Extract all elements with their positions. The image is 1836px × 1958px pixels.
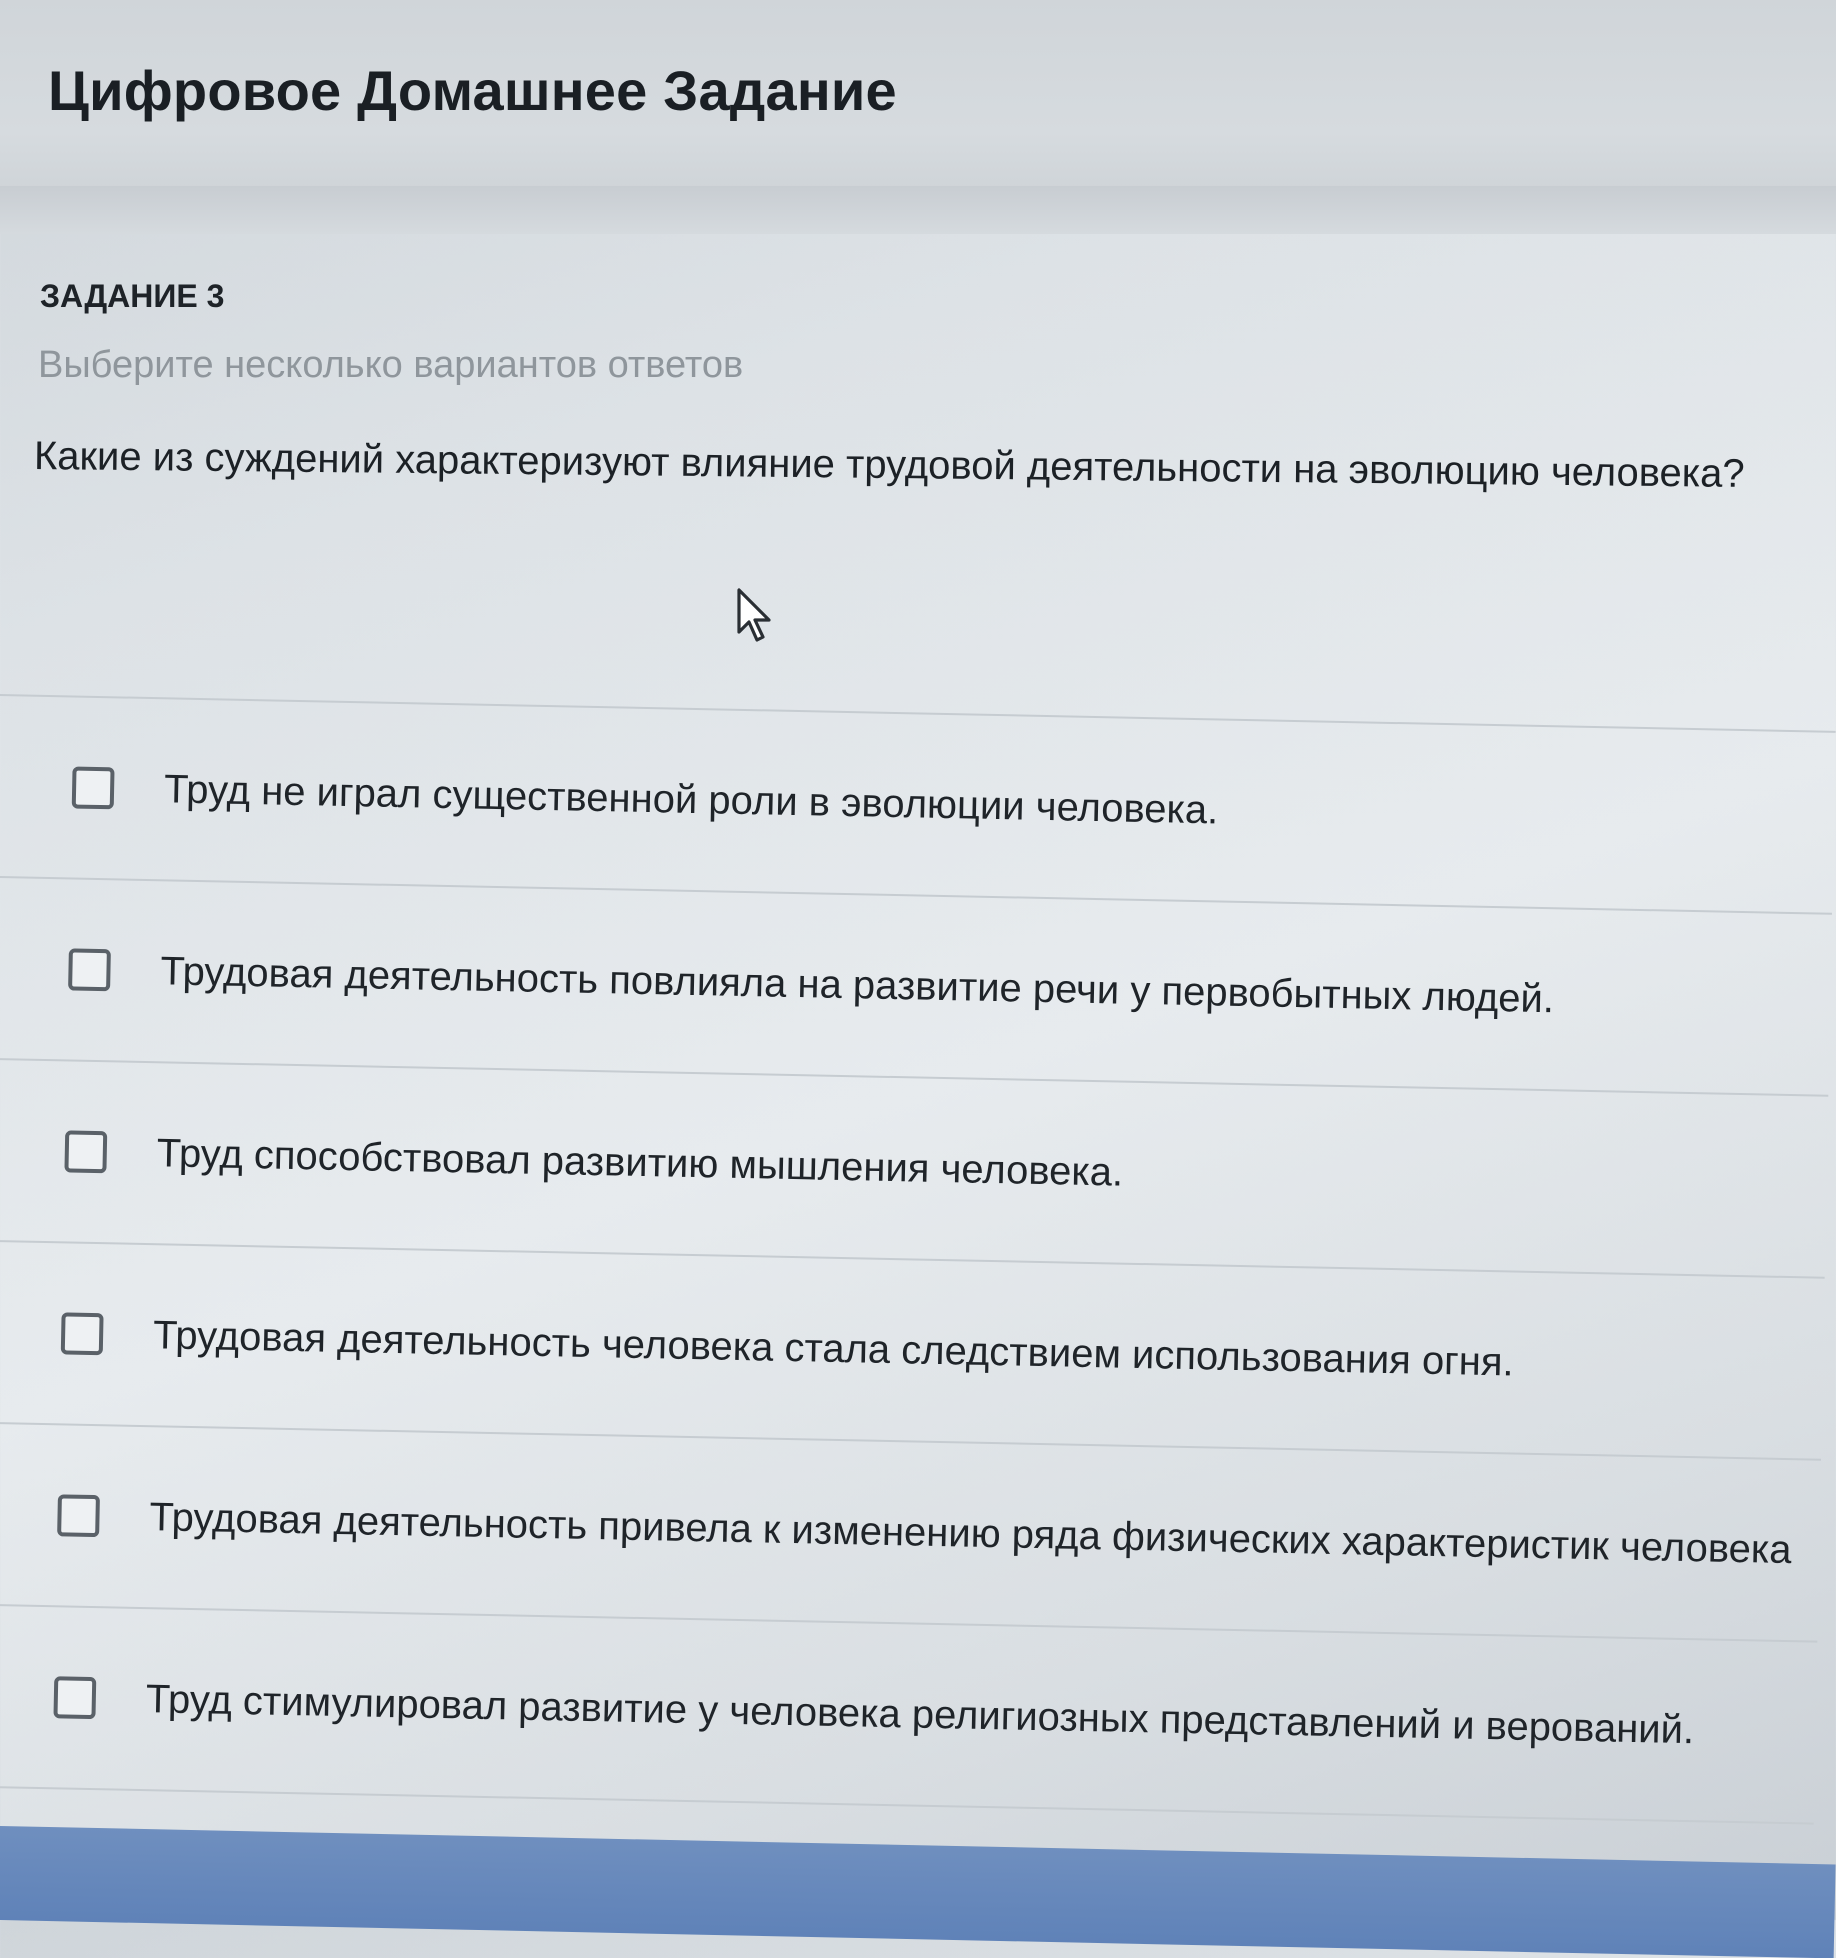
answer-option-1-label[interactable]: Труд не играл существенной роли в эволюц… xyxy=(164,767,1219,833)
answer-option-1[interactable]: Труд не играл существенной роли в эволюц… xyxy=(0,694,1836,913)
answer-option-6-checkbox[interactable] xyxy=(53,1676,97,1720)
task-number-label: ЗАДАНИЕ 3 xyxy=(40,278,225,314)
task-content: ЗАДАНИЕ 3 Выберите несколько вариантов о… xyxy=(0,234,1836,1825)
answer-option-4-label[interactable]: Трудовая деятельность человека стала сле… xyxy=(153,1313,1514,1385)
answer-option-1-checkbox[interactable] xyxy=(71,766,115,810)
answer-option-6[interactable]: Труд стимулировал развитие у человека ре… xyxy=(0,1603,1818,1825)
answer-option-2[interactable]: Трудовая деятельность повлияла на развит… xyxy=(0,875,1832,1095)
answer-option-4[interactable]: Трудовая деятельность человека стала сле… xyxy=(0,1239,1825,1459)
answer-option-6-label[interactable]: Труд стимулировал развитие у человека ре… xyxy=(145,1677,1694,1753)
header-divider xyxy=(0,186,1836,234)
answer-option-3[interactable]: Труд способствовал развитию мышления чел… xyxy=(0,1057,1829,1277)
answer-option-4-checkbox[interactable] xyxy=(60,1312,104,1356)
answer-option-2-checkbox[interactable] xyxy=(68,948,111,992)
answer-option-5[interactable]: Трудовая деятельность привела к изменени… xyxy=(0,1421,1822,1641)
answer-option-5-checkbox[interactable] xyxy=(57,1494,100,1538)
answer-option-3-checkbox[interactable] xyxy=(64,1130,108,1174)
answer-option-5-label[interactable]: Трудовая деятельность привела к изменени… xyxy=(149,1495,1792,1573)
app-header: Цифровое Домашнее Задание xyxy=(0,0,1836,190)
task-instruction: Выберите несколько вариантов ответов xyxy=(38,344,744,386)
app-title: Цифровое Домашнее Задание xyxy=(48,59,897,122)
submit-button-bar[interactable] xyxy=(0,1826,1836,1958)
answer-option-2-label[interactable]: Трудовая деятельность повлияла на развит… xyxy=(160,949,1554,1022)
answer-options-list: Труд не играл существенной роли в эволюц… xyxy=(0,694,1836,1851)
answer-option-3-label[interactable]: Труд способствовал развитию мышления чел… xyxy=(156,1131,1123,1195)
mouse-pointer-icon xyxy=(737,588,771,642)
question-text: Какие из суждений характеризуют влияние … xyxy=(33,434,1745,496)
